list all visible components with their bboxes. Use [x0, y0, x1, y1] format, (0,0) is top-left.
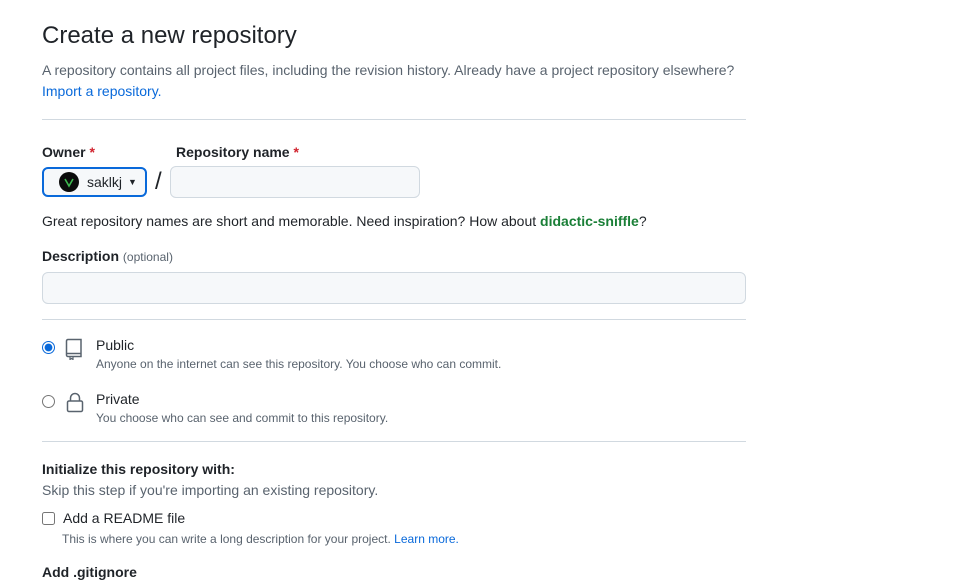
new-repo-form: Create a new repository A repository con…: [0, 0, 746, 581]
owner-field: Owner *: [42, 143, 176, 161]
lock-icon: [66, 392, 84, 413]
owner-label: Owner *: [42, 143, 176, 161]
owner-repo-row: Owner * Repository name *: [42, 143, 746, 161]
repo-icon: [65, 338, 82, 360]
owner-dropdown[interactable]: saklkj ▼: [42, 167, 147, 197]
owner-label-text: Owner: [42, 144, 86, 160]
repo-name-label: Repository name *: [176, 143, 299, 161]
owner-required-mark: *: [89, 144, 95, 160]
private-radio[interactable]: [42, 395, 55, 408]
avatar: [59, 172, 79, 192]
page-title: Create a new repository: [42, 22, 297, 49]
owner-name: saklkj: [87, 174, 123, 190]
name-hint-text: Great repository names are short and mem…: [42, 213, 541, 229]
import-repository-link[interactable]: Import a repository.: [42, 83, 162, 99]
repo-name-label-text: Repository name: [176, 144, 290, 160]
repository-name-input[interactable]: [169, 166, 420, 198]
initialize-title: Initialize this repository with:: [42, 461, 235, 477]
public-description: Anyone on the internet can see this repo…: [96, 357, 502, 371]
visibility-private-option[interactable]: Private You choose who can see and commi…: [42, 389, 746, 427]
private-description: You choose who can see and commit to thi…: [96, 411, 389, 425]
divider: [42, 441, 746, 442]
page-description: A repository contains all project files,…: [42, 60, 746, 102]
public-title: Public: [96, 337, 135, 353]
divider: [42, 319, 746, 320]
public-radio[interactable]: [42, 341, 55, 354]
owner-repo-controls: saklkj ▼ /: [42, 166, 746, 198]
name-suggestion[interactable]: didactic-sniffle: [540, 213, 639, 229]
readme-label: Add a README file: [63, 510, 186, 526]
description-label-text: Description: [42, 248, 120, 264]
page-description-text: A repository contains all project files,…: [42, 62, 735, 78]
gitignore-label: Add .gitignore: [42, 564, 137, 580]
avatar-mark-icon: [64, 178, 74, 188]
description-input[interactable]: [42, 272, 746, 304]
description-optional-tag: (optional): [122, 250, 173, 264]
name-hint: Great repository names are short and mem…: [42, 211, 746, 231]
public-option-text: Public Anyone on the internet can see th…: [96, 335, 501, 373]
repo-name-field: Repository name *: [176, 143, 299, 161]
owner-repo-separator: /: [155, 168, 162, 195]
visibility-public-option[interactable]: Public Anyone on the internet can see th…: [42, 335, 746, 373]
readme-option[interactable]: Add a README file: [42, 510, 746, 526]
learn-more-link[interactable]: Learn more.: [394, 532, 459, 546]
readme-description: This is where you can write a long descr…: [62, 530, 746, 548]
description-label: Description (optional): [42, 247, 746, 266]
private-option-text: Private You choose who can see and commi…: [96, 389, 388, 427]
caret-down-icon: ▼: [128, 177, 137, 187]
readme-description-text: This is where you can write a long descr…: [62, 532, 391, 546]
private-title: Private: [96, 391, 140, 407]
visibility-options: Public Anyone on the internet can see th…: [42, 335, 746, 427]
repo-name-required-mark: *: [293, 144, 299, 160]
name-hint-suffix: ?: [638, 213, 647, 229]
readme-checkbox[interactable]: [42, 511, 55, 525]
divider: [42, 119, 746, 120]
initialize-subtitle: Skip this step if you're importing an ex…: [42, 482, 379, 498]
